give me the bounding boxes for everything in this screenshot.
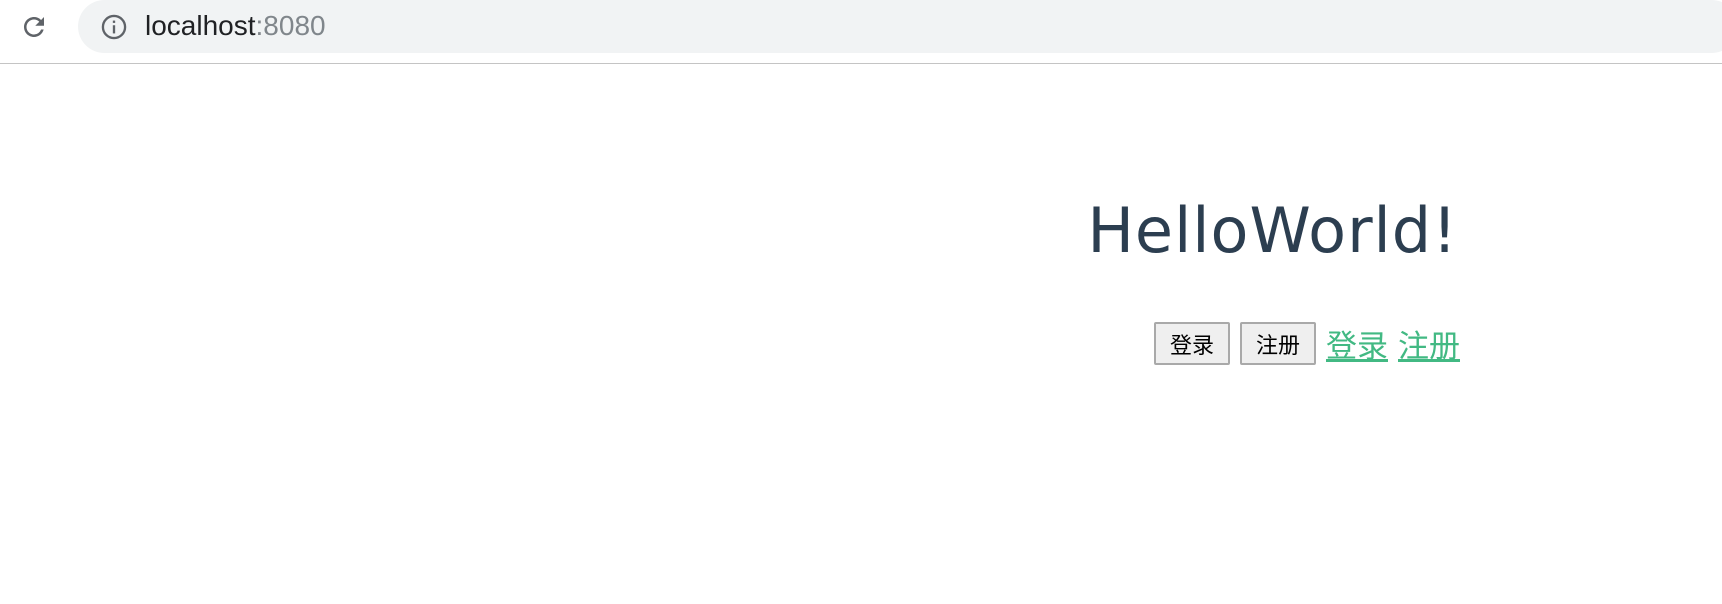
- login-button[interactable]: 登录: [1153, 322, 1230, 365]
- register-button[interactable]: 注册: [1239, 322, 1316, 365]
- register-link[interactable]: 注册: [1398, 321, 1460, 366]
- auth-actions: 登录 注册 登录 注册: [1153, 321, 1460, 366]
- url-text[interactable]: localhost:8080: [145, 9, 326, 43]
- reload-button[interactable]: [18, 11, 50, 43]
- url-host: localhost: [145, 10, 256, 41]
- reload-icon: [24, 17, 44, 37]
- login-link[interactable]: 登录: [1326, 321, 1388, 366]
- page-content: HelloWorld! 登录 注册 登录 注册: [0, 64, 1722, 604]
- info-icon[interactable]: [100, 13, 128, 41]
- url-port: :8080: [255, 10, 326, 41]
- page-title: HelloWorld!: [1087, 194, 1458, 267]
- address-bar[interactable]: localhost:8080: [78, 0, 1722, 53]
- browser-toolbar: localhost:8080: [0, 0, 1722, 64]
